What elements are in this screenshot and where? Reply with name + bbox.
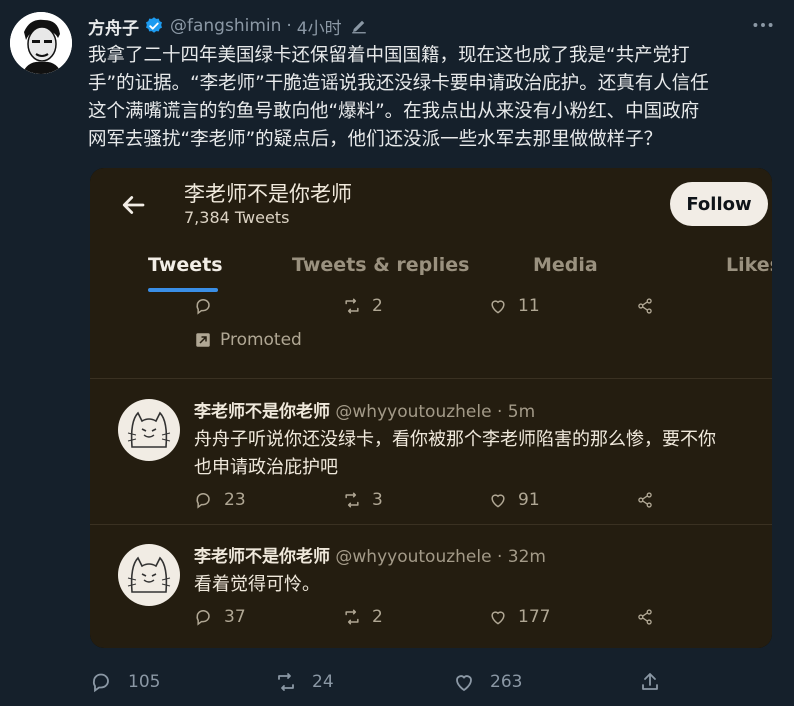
embed-tweet-text: 看着觉得可怜。 <box>194 571 764 599</box>
embed-profile-name: 李老师不是你老师 <box>184 182 352 206</box>
more-icon[interactable] <box>750 12 776 38</box>
share-button[interactable] <box>638 670 676 694</box>
separator-dot: · <box>286 16 292 36</box>
top-retweet-action: 2 <box>342 296 383 316</box>
retweet-icon <box>345 298 359 314</box>
tab-likes: Likes <box>726 254 772 276</box>
like-count: 177 <box>518 607 551 627</box>
feed-separator <box>90 378 772 379</box>
follow-button: Follow <box>670 182 768 226</box>
embed-tweet-header: 李老师不是你老师 @whyyoutouzhele · 32m <box>194 542 546 567</box>
reply-count: 23 <box>224 490 246 510</box>
like-count: 91 <box>518 490 540 510</box>
retweet-button[interactable]: 24 <box>274 670 334 694</box>
feed-separator <box>90 524 772 525</box>
tweet-text-line: 网军去骚扰“李老师”的疑点后，他们还没派一些水军去那里做做样子？ <box>88 129 663 150</box>
like-icon <box>491 300 505 314</box>
embed-tweet-text: 舟舟子听说你还没绿卡，看你被那个李老师陷害的那么惨，要不你 也申请政治庇护吧 <box>194 426 764 482</box>
top-like-count: 11 <box>518 296 540 316</box>
back-arrow-icon <box>122 196 145 214</box>
reply-icon <box>92 673 109 693</box>
embed-tweet-time: 5m <box>507 402 536 422</box>
tab-active-indicator <box>148 288 218 292</box>
tab-tweets: Tweets <box>148 254 223 276</box>
retweet-icon <box>278 673 294 691</box>
reply-action: 37 <box>194 607 246 627</box>
separator-dot: · <box>496 547 503 567</box>
retweet-action: 2 <box>342 607 383 627</box>
tweet-text: 我拿了二十四年美国绿卡还保留着中国国籍，现在这也成了我是“共产党打 手”的证据。… <box>88 42 778 154</box>
share-icon <box>638 298 652 314</box>
like-count: 263 <box>490 672 523 692</box>
tweet-time[interactable]: 4小时 <box>297 14 342 39</box>
author-name[interactable]: 方舟子 <box>88 14 139 39</box>
reply-icon <box>196 493 210 509</box>
embed-avatar <box>118 544 180 606</box>
like-icon <box>456 675 472 692</box>
edit-icon[interactable] <box>350 17 368 35</box>
reply-icon <box>196 299 210 315</box>
embed-tweet-line: 也申请政治庇护吧 <box>194 457 338 478</box>
separator-dot: · <box>496 402 503 422</box>
share-action <box>635 607 665 627</box>
reply-action: 23 <box>194 490 246 510</box>
verified-badge-icon <box>146 17 162 33</box>
promoted-label: Promoted <box>194 330 302 350</box>
embed-tweet-line: 看着觉得可怜。 <box>194 574 320 595</box>
embed-feed: 2 11 Promoted 李老师不是你老师 @whyyoutouzhele ·… <box>90 294 772 648</box>
tweet-header: 方舟子 @fangshimin · 4小时 <box>88 14 368 39</box>
share-icon <box>638 609 652 625</box>
tab-tweets-replies: Tweets & replies <box>292 254 470 276</box>
embed-tweet-count: 7,384 Tweets <box>184 208 290 227</box>
embed-tweet-time: 32m <box>507 547 546 567</box>
embed-profile-header: 李老师不是你老师 7,384 Tweets Follow Tweets Twee… <box>90 168 772 294</box>
retweet-icon <box>345 492 359 508</box>
embed-tweet-header: 李老师不是你老师 @whyyoutouzhele · 5m <box>194 397 535 422</box>
like-action: 91 <box>488 490 540 510</box>
embed-tabs: Tweets Tweets & replies Media Likes <box>90 238 772 294</box>
share-icon <box>638 492 652 508</box>
retweet-action: 3 <box>342 490 383 510</box>
embedded-screenshot[interactable]: 李老师不是你老师 7,384 Tweets Follow Tweets Twee… <box>90 168 772 648</box>
embed-tweet-handle: @whyyoutouzhele <box>335 402 492 422</box>
top-share-action <box>635 296 665 316</box>
promoted-icon <box>196 333 210 347</box>
tab-media: Media <box>533 254 598 276</box>
embed-tweet-name: 李老师不是你老师 <box>194 547 330 567</box>
author-avatar[interactable] <box>10 12 72 74</box>
like-action: 177 <box>488 607 550 627</box>
like-button[interactable]: 263 <box>452 670 522 694</box>
top-like-action: 11 <box>488 296 540 316</box>
embed-tweet-handle: @whyyoutouzhele <box>335 547 492 567</box>
retweet-count: 2 <box>372 607 383 627</box>
author-handle[interactable]: @fangshimin <box>170 16 281 36</box>
top-reply-action <box>194 296 224 316</box>
reply-button[interactable]: 105 <box>90 670 160 694</box>
share-icon <box>642 673 658 690</box>
top-retweet-count: 2 <box>372 296 383 316</box>
reply-count: 105 <box>128 672 161 692</box>
retweet-count: 24 <box>312 672 334 692</box>
reply-count: 37 <box>224 607 246 627</box>
like-icon <box>491 494 505 508</box>
like-icon <box>491 611 505 625</box>
retweet-count: 3 <box>372 490 383 510</box>
reply-icon <box>196 610 210 626</box>
embed-tweet-name: 李老师不是你老师 <box>194 402 330 422</box>
tweet-text-line: 这个满嘴谎言的钓鱼号敢向他“爆料”。在我点出从来没有小粉红、中国政府 <box>88 101 700 122</box>
share-action <box>635 490 665 510</box>
embed-avatar <box>118 399 180 461</box>
promoted-text: Promoted <box>220 330 302 350</box>
embed-tweet-line: 舟舟子听说你还没绿卡，看你被那个李老师陷害的那么惨，要不你 <box>194 429 716 450</box>
retweet-icon <box>345 609 359 625</box>
tweet-text-line: 手”的证据。“李老师”干脆造谣说我还没绿卡要申请政治庇护。还真有人信任 <box>88 73 709 94</box>
tweet-text-line: 我拿了二十四年美国绿卡还保留着中国国籍，现在这也成了我是“共产党打 <box>88 45 690 66</box>
